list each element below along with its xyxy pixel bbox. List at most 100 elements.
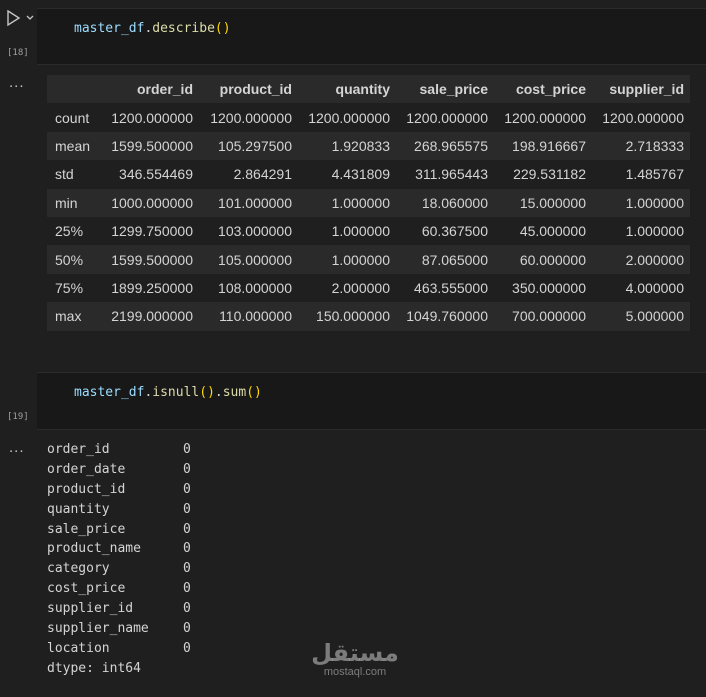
table-cell: 105.000000 bbox=[218, 251, 292, 268]
series-row: product_id 0 bbox=[47, 480, 191, 500]
watermark-arabic: مستقل bbox=[311, 639, 399, 667]
table-row: std 346.554469 2.864291 4.431809 311.965443 2… bbox=[47, 160, 690, 188]
isnull-sum-output: order_id 0 order_date 0 product_id 0 quantity 0… bbox=[47, 440, 191, 679]
series-row: order_id 0 bbox=[47, 440, 191, 460]
series-row: sale_price 0 bbox=[47, 520, 191, 540]
series-row: supplier_id 0 bbox=[47, 599, 191, 619]
series-key: cost_price bbox=[47, 581, 126, 597]
code-line-describe[interactable]: master_df.describe() bbox=[74, 21, 231, 37]
table-cell: 1.000000 bbox=[331, 223, 390, 240]
series-key: product_name bbox=[47, 541, 141, 557]
table-cell: 198.916667 bbox=[512, 137, 586, 154]
series-key: supplier_name bbox=[47, 621, 149, 637]
column-header: quantity bbox=[335, 81, 390, 98]
table-cell: 60.367500 bbox=[421, 223, 488, 240]
table-cell: 1299.750000 bbox=[111, 223, 193, 240]
table-header-row: order_id product_id quantity sale_price … bbox=[47, 75, 690, 104]
table-cell: 1599.500000 bbox=[111, 137, 193, 154]
series-row: location 0 bbox=[47, 639, 191, 659]
row-index-label: 50% bbox=[55, 251, 84, 268]
table-cell: 2.000000 bbox=[331, 279, 390, 296]
table-cell: 1049.760000 bbox=[406, 308, 488, 325]
column-header: cost_price bbox=[515, 81, 586, 98]
series-value: 0 bbox=[183, 621, 191, 637]
row-index-label: std bbox=[55, 166, 74, 183]
series-value: 0 bbox=[183, 541, 191, 557]
ellipsis-icon[interactable]: ... bbox=[9, 75, 25, 90]
table-cell: 1.000000 bbox=[331, 194, 390, 211]
table-cell: 103.000000 bbox=[218, 223, 292, 240]
series-row: order_date 0 bbox=[47, 460, 191, 480]
table-cell: 4.431809 bbox=[331, 166, 390, 183]
series-value: 0 bbox=[183, 640, 191, 656]
row-index-label: max bbox=[55, 308, 82, 325]
series-row: quantity 0 bbox=[47, 500, 191, 520]
table-cell: 15.000000 bbox=[519, 194, 586, 211]
watermark-logo: مستقل mostaql.com bbox=[310, 640, 400, 678]
series-key: location bbox=[47, 640, 110, 656]
series-value: 0 bbox=[183, 501, 191, 517]
table-cell: 346.554469 bbox=[119, 166, 193, 183]
series-key: sale_price bbox=[47, 521, 126, 537]
series-row: cost_price 0 bbox=[47, 579, 191, 599]
row-index-label: 75% bbox=[55, 279, 84, 296]
run-cell-button[interactable] bbox=[6, 9, 36, 27]
dtype-line: dtype: int64 bbox=[47, 660, 141, 676]
series-value: 0 bbox=[183, 601, 191, 617]
table-row: 75% 1899.250000 108.000000 2.000000 463.5550… bbox=[47, 274, 690, 302]
code-line-isnull-sum[interactable]: master_df.isnull().sum() bbox=[74, 385, 262, 401]
table-cell: 1000.000000 bbox=[111, 194, 193, 211]
table-cell: 1.000000 bbox=[625, 194, 684, 211]
table-row: 25% 1299.750000 103.000000 1.000000 60.36750… bbox=[47, 217, 690, 245]
table-cell: 150.000000 bbox=[316, 308, 390, 325]
column-header: order_id bbox=[136, 81, 193, 98]
table-cell: 2.718333 bbox=[625, 137, 684, 154]
table-cell: 1200.000000 bbox=[602, 109, 684, 126]
series-row: category 0 bbox=[47, 559, 191, 579]
table-cell: 101.000000 bbox=[218, 194, 292, 211]
series-row: product_name 0 bbox=[47, 539, 191, 559]
table-cell: 2.000000 bbox=[625, 251, 684, 268]
series-value: 0 bbox=[183, 461, 191, 477]
table-cell: 2.864291 bbox=[233, 166, 292, 183]
table-row: min 1000.000000 101.000000 1.000000 18.06000… bbox=[47, 188, 690, 217]
table-cell: 463.555000 bbox=[414, 279, 488, 296]
table-cell: 110.000000 bbox=[219, 308, 292, 325]
series-row: supplier_name 0 bbox=[47, 619, 191, 639]
table-cell: 1200.000000 bbox=[406, 109, 488, 126]
table-cell: 1200.000000 bbox=[308, 109, 390, 126]
series-key: category bbox=[47, 561, 110, 577]
table-cell: 108.000000 bbox=[218, 279, 292, 296]
row-index-label: 25% bbox=[55, 223, 84, 240]
code-cell-editor-19[interactable] bbox=[37, 372, 706, 430]
watermark-latin: mostaql.com bbox=[323, 666, 387, 678]
row-index-label: count bbox=[55, 109, 90, 126]
series-value: 0 bbox=[183, 561, 191, 577]
table-cell: 45.000000 bbox=[519, 223, 586, 240]
series-value: 0 bbox=[183, 521, 191, 537]
table-cell: 1.920833 bbox=[331, 137, 390, 154]
column-header: sale_price bbox=[419, 81, 489, 98]
chevron-down-icon bbox=[26, 15, 34, 20]
table-cell: 700.000000 bbox=[512, 308, 586, 325]
table-cell: 18.060000 bbox=[421, 194, 488, 211]
column-header: product_id bbox=[219, 81, 292, 98]
table-cell: 60.000000 bbox=[519, 251, 586, 268]
describe-output-table: order_id product_id quantity sale_price … bbox=[47, 75, 690, 331]
table-cell: 1599.500000 bbox=[111, 251, 193, 268]
table-cell: 2199.000000 bbox=[111, 308, 193, 325]
table-cell: 229.531182 bbox=[513, 166, 586, 183]
ellipsis-icon[interactable]: ... bbox=[9, 440, 25, 455]
table-cell: 1.000000 bbox=[625, 223, 684, 240]
table-row: 50% 1599.500000 105.000000 1.000000 87.06500… bbox=[47, 245, 690, 274]
series-value: 0 bbox=[183, 442, 191, 457]
table-cell: 4.000000 bbox=[625, 279, 684, 296]
table-cell: 1.485767 bbox=[625, 166, 684, 183]
series-key: supplier_id bbox=[47, 601, 134, 617]
series-value: 0 bbox=[183, 481, 191, 497]
table-cell: 311.965443 bbox=[415, 166, 488, 183]
table-cell: 1899.250000 bbox=[111, 279, 193, 296]
table-cell: 268.965575 bbox=[414, 137, 488, 154]
series-key: order_id bbox=[47, 442, 110, 457]
table-cell: 1200.000000 bbox=[210, 109, 292, 126]
